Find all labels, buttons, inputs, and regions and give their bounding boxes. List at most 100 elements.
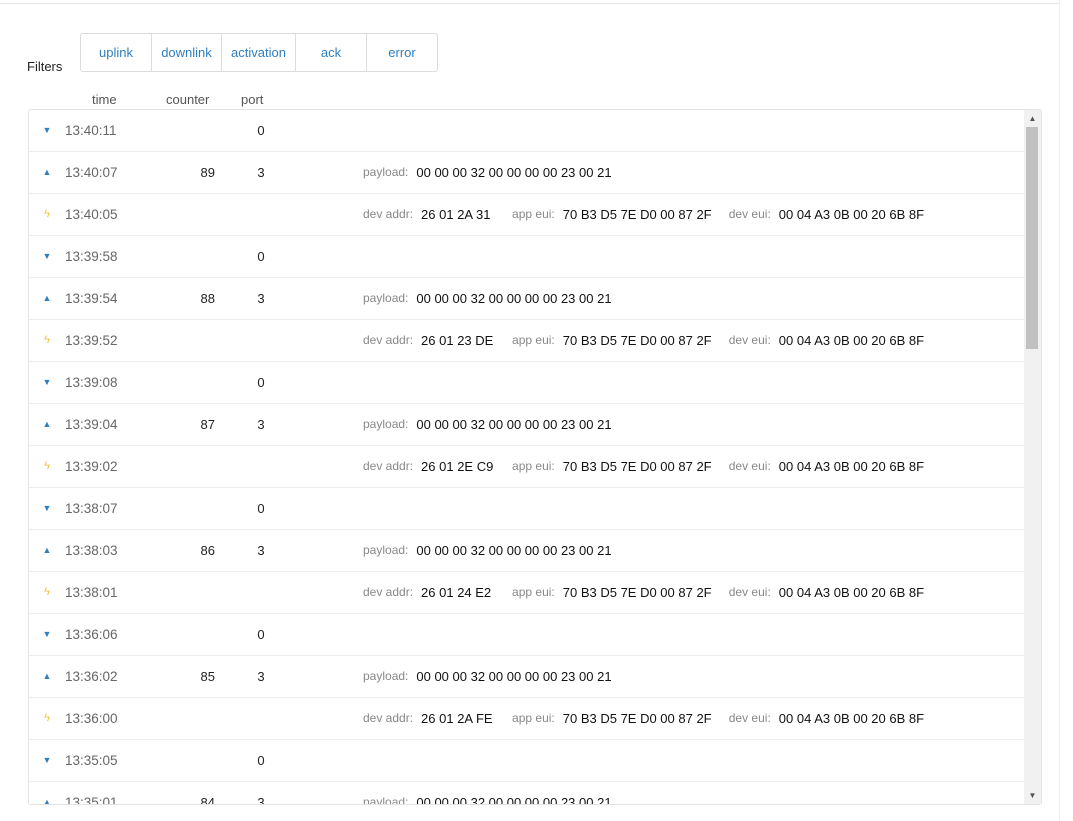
vertical-scrollbar[interactable]: ▲ ▼ <box>1024 110 1041 804</box>
field-value: 00 00 00 32 00 00 00 00 23 00 21 <box>416 291 612 306</box>
message-row-activation[interactable]: ϟ 13:36:00 dev addr: 26 01 2A FE app eui: 70 … <box>29 698 1024 740</box>
message-row-uplink[interactable]: ▲ 13:35:01 84 3 payload: 00 00 00 32 00 00 00… <box>29 782 1024 804</box>
caret-down-icon[interactable]: ▼ <box>42 740 52 781</box>
field-payload: payload: 00 00 00 32 00 00 00 00 23 00 21 <box>363 152 612 193</box>
field-payload: payload: 00 00 00 32 00 00 00 00 23 00 21 <box>363 530 612 571</box>
field-value: 26 01 2A FE <box>421 711 493 726</box>
caret-down-icon[interactable]: ▼ <box>42 488 52 529</box>
lightning-icon: ϟ <box>44 334 50 346</box>
message-row-activation[interactable]: ϟ 13:40:05 dev addr: 26 01 2A 31 app eui: 70 … <box>29 194 1024 236</box>
message-details: payload: 00 00 00 32 00 00 00 00 23 00 21 <box>363 530 612 571</box>
field-app-eui: app eui: 70 B3 D5 7E D0 00 87 2F <box>512 446 729 487</box>
field-dev-addr: dev addr: 26 01 23 DE <box>363 320 512 361</box>
field-app-eui: app eui: 70 B3 D5 7E D0 00 87 2F <box>512 320 729 361</box>
message-port: 3 <box>257 165 265 180</box>
column-header-counter: counter <box>166 92 210 107</box>
field-value: 70 B3 D5 7E D0 00 87 2F <box>562 585 712 600</box>
field-app-eui: app eui: 70 B3 D5 7E D0 00 87 2F <box>512 698 729 739</box>
message-row-downlink[interactable]: ▼ 13:39:08 0 <box>29 362 1024 404</box>
lightning-icon: ϟ <box>44 460 50 472</box>
column-header-time: time <box>92 92 117 107</box>
field-value: 26 01 24 E2 <box>421 585 492 600</box>
caret-up-icon[interactable]: ▲ <box>42 782 52 804</box>
lightning-icon: ϟ <box>44 586 50 598</box>
message-row-downlink[interactable]: ▼ 13:35:05 0 <box>29 740 1024 782</box>
field-label: dev addr: <box>363 459 414 473</box>
field-payload: payload: 00 00 00 32 00 00 00 00 23 00 21 <box>363 656 612 697</box>
message-row-downlink[interactable]: ▼ 13:38:07 0 <box>29 488 1024 530</box>
field-dev-eui: dev eui: 00 04 A3 0B 00 20 6B 8F <box>729 320 924 361</box>
scrollbar-thumb[interactable] <box>1026 127 1038 349</box>
message-port: 3 <box>257 543 265 558</box>
message-row-downlink[interactable]: ▼ 13:40:11 0 <box>29 110 1024 152</box>
field-value: 00 00 00 32 00 00 00 00 23 00 21 <box>416 669 612 684</box>
field-value: 26 01 2A 31 <box>421 207 491 222</box>
field-label: dev addr: <box>363 585 414 599</box>
field-label: payload: <box>363 669 409 683</box>
filter-uplink-button[interactable]: uplink <box>81 34 152 71</box>
message-details: payload: 00 00 00 32 00 00 00 00 23 00 21 <box>363 404 612 445</box>
field-value: 70 B3 D5 7E D0 00 87 2F <box>562 207 712 222</box>
field-label: dev eui: <box>728 207 771 221</box>
filters-label: Filters <box>27 59 63 74</box>
message-details: payload: 00 00 00 32 00 00 00 00 23 00 21 <box>363 278 612 319</box>
field-label: app eui: <box>512 711 555 725</box>
caret-up-icon[interactable]: ▲ <box>42 152 52 193</box>
field-label: app eui: <box>512 333 555 347</box>
message-row-uplink[interactable]: ▲ 13:40:07 89 3 payload: 00 00 00 32 00 00 00… <box>29 152 1024 194</box>
message-port: 3 <box>257 669 265 684</box>
field-label: payload: <box>363 543 409 557</box>
field-label: payload: <box>363 291 409 305</box>
messages-table: ▼ 13:40:11 0 ▲ 13:40:07 89 3 payload: 00 00 00 3… <box>28 109 1042 805</box>
scroll-down-arrow-icon[interactable]: ▼ <box>1024 787 1041 804</box>
field-value: 00 04 A3 0B 00 20 6B 8F <box>778 333 925 348</box>
message-time: 13:40:11 <box>65 123 117 138</box>
message-row-uplink[interactable]: ▲ 13:39:04 87 3 payload: 00 00 00 32 00 00 00… <box>29 404 1024 446</box>
caret-up-icon[interactable]: ▲ <box>42 530 52 571</box>
field-value: 26 01 2E C9 <box>421 459 494 474</box>
message-row-uplink[interactable]: ▲ 13:39:54 88 3 payload: 00 00 00 32 00 00 00… <box>29 278 1024 320</box>
filter-activation-button[interactable]: activation <box>222 34 296 71</box>
caret-up-icon[interactable]: ▲ <box>42 656 52 697</box>
field-label: dev addr: <box>363 207 414 221</box>
message-time: 13:39:08 <box>65 375 118 390</box>
message-row-uplink[interactable]: ▲ 13:36:02 85 3 payload: 00 00 00 32 00 00 00… <box>29 656 1024 698</box>
scroll-up-arrow-icon[interactable]: ▲ <box>1024 110 1041 127</box>
field-value: 00 04 A3 0B 00 20 6B 8F <box>778 585 925 600</box>
message-time: 13:39:52 <box>65 333 118 348</box>
message-port: 0 <box>257 501 265 516</box>
message-row-activation[interactable]: ϟ 13:39:52 dev addr: 26 01 23 DE app eui: 70 … <box>29 320 1024 362</box>
column-header-port: port <box>241 92 264 107</box>
message-row-activation[interactable]: ϟ 13:38:01 dev addr: 26 01 24 E2 app eui: 70 … <box>29 572 1024 614</box>
message-row-uplink[interactable]: ▲ 13:38:03 86 3 payload: 00 00 00 32 00 00 00… <box>29 530 1024 572</box>
caret-down-icon[interactable]: ▼ <box>42 362 52 403</box>
message-details: dev addr: 26 01 2A 31 app eui: 70 B3 D5 7E … <box>363 194 924 235</box>
message-details: dev addr: 26 01 2A FE app eui: 70 B3 D5 7E … <box>363 698 924 739</box>
field-dev-addr: dev addr: 26 01 2E C9 <box>363 446 512 487</box>
message-time: 13:40:05 <box>65 207 118 222</box>
field-value: 00 00 00 32 00 00 00 00 23 00 21 <box>416 543 612 558</box>
caret-down-icon[interactable]: ▼ <box>42 236 52 277</box>
field-dev-eui: dev eui: 00 04 A3 0B 00 20 6B 8F <box>729 572 924 613</box>
caret-up-icon[interactable]: ▲ <box>42 278 52 319</box>
message-details: payload: 00 00 00 32 00 00 00 00 23 00 21 <box>363 152 612 193</box>
filter-downlink-button[interactable]: downlink <box>152 34 222 71</box>
caret-down-icon[interactable]: ▼ <box>42 614 52 655</box>
field-label: payload: <box>363 417 409 431</box>
filter-ack-button[interactable]: ack <box>296 34 367 71</box>
message-time: 13:36:02 <box>65 669 118 684</box>
message-details: payload: 00 00 00 32 00 00 00 00 23 00 21 <box>363 782 612 804</box>
caret-down-icon[interactable]: ▼ <box>42 110 52 151</box>
field-dev-addr: dev addr: 26 01 2A 31 <box>363 194 512 235</box>
field-dev-eui: dev eui: 00 04 A3 0B 00 20 6B 8F <box>729 446 924 487</box>
message-row-activation[interactable]: ϟ 13:39:02 dev addr: 26 01 2E C9 app eui: 70 … <box>29 446 1024 488</box>
caret-up-icon[interactable]: ▲ <box>42 404 52 445</box>
field-dev-addr: dev addr: 26 01 2A FE <box>363 698 512 739</box>
message-row-downlink[interactable]: ▼ 13:36:06 0 <box>29 614 1024 656</box>
filter-error-button[interactable]: error <box>367 34 437 71</box>
message-row-downlink[interactable]: ▼ 13:39:58 0 <box>29 236 1024 278</box>
message-details: dev addr: 26 01 23 DE app eui: 70 B3 D5 7E … <box>363 320 924 361</box>
field-value: 70 B3 D5 7E D0 00 87 2F <box>562 711 712 726</box>
field-value: 70 B3 D5 7E D0 00 87 2F <box>562 333 712 348</box>
field-label: app eui: <box>512 585 555 599</box>
